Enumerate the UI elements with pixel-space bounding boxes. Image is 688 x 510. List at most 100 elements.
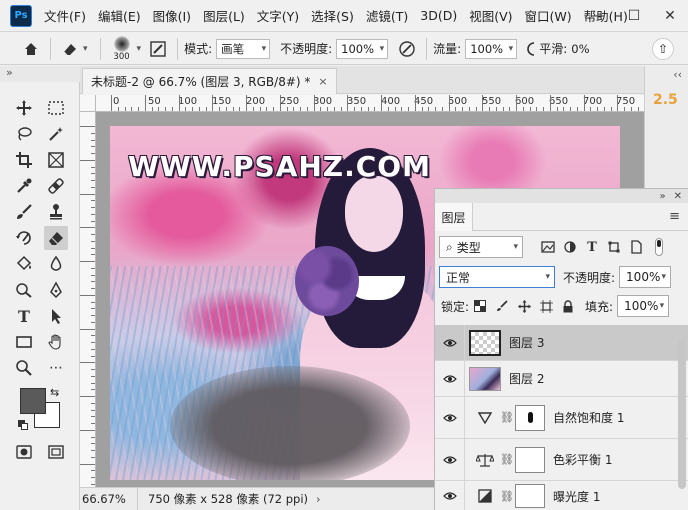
blend-mode-select[interactable]: 正常 ▾ xyxy=(439,266,555,288)
layer-opacity-input[interactable]: 100% ▾ xyxy=(619,266,672,288)
history-brush-tool-icon[interactable] xyxy=(12,226,36,250)
filter-toggle[interactable] xyxy=(655,238,663,256)
link-icon[interactable]: ⛓ xyxy=(499,411,515,424)
status-menu-arrow-icon[interactable]: › xyxy=(316,492,321,506)
type-layer-filter-icon[interactable]: T xyxy=(581,236,603,258)
quick-mask-icon[interactable] xyxy=(12,440,36,464)
lasso-tool-icon[interactable] xyxy=(12,122,36,146)
mode-select[interactable]: 画笔 ▾ xyxy=(216,38,271,59)
menu-select[interactable]: 选择(S) xyxy=(305,6,360,25)
close-document-icon[interactable]: × xyxy=(318,75,327,88)
menu-image[interactable]: 图像(I) xyxy=(147,6,197,25)
more-tools-icon[interactable]: ⋯ xyxy=(44,356,68,380)
zoom-level[interactable]: 66.67% xyxy=(80,488,138,510)
layer-mask-thumbnail[interactable] xyxy=(515,446,545,473)
rectangle-tool-icon[interactable] xyxy=(12,330,36,354)
magic-wand-tool-icon[interactable] xyxy=(44,122,68,146)
frame-tool-icon[interactable] xyxy=(44,148,68,172)
visibility-eye-icon[interactable] xyxy=(435,438,465,481)
smart-object-filter-icon[interactable] xyxy=(625,236,647,258)
collapse-chevron-icon[interactable]: » xyxy=(659,191,665,202)
layer-row[interactable]: ⛓ 曝光度 1 xyxy=(435,481,688,510)
visibility-eye-icon[interactable] xyxy=(435,396,465,439)
blur-tool-icon[interactable] xyxy=(44,252,68,276)
layer-row[interactable]: ⛓ 色彩平衡 1 xyxy=(435,438,688,481)
link-icon[interactable]: ⛓ xyxy=(499,490,515,503)
move-tool-icon[interactable] xyxy=(12,96,36,120)
menu-type[interactable]: 文字(Y) xyxy=(251,6,305,25)
flow-input[interactable]: 100% ▾ xyxy=(465,38,518,59)
lock-position-icon[interactable] xyxy=(513,295,535,317)
airbrush-icon[interactable] xyxy=(521,36,539,62)
layer-filter-select[interactable]: ⌕ 类型 ▾ xyxy=(439,236,523,258)
link-icon[interactable]: ⛓ xyxy=(499,453,515,466)
layer-name[interactable]: 曝光度 1 xyxy=(553,488,600,505)
minimize-button[interactable]: — xyxy=(580,0,616,32)
healing-brush-tool-icon[interactable] xyxy=(44,174,68,198)
brush-settings-panel-icon[interactable] xyxy=(145,36,171,62)
brush-tool-icon[interactable] xyxy=(12,200,36,224)
layer-mask-thumbnail[interactable] xyxy=(515,404,545,431)
home-icon[interactable] xyxy=(18,36,44,62)
horizontal-ruler[interactable]: 0 50 100 150 200 250 300 350 400 450 500… xyxy=(96,95,644,112)
menu-edit[interactable]: 编辑(E) xyxy=(92,6,147,25)
menu-layer[interactable]: 图层(L) xyxy=(197,6,251,25)
maximize-button[interactable]: ☐ xyxy=(616,0,652,32)
eraser-tool-preset-icon[interactable] xyxy=(57,36,83,62)
menu-filter[interactable]: 滤镜(T) xyxy=(360,6,414,25)
layer-mask-thumbnail[interactable] xyxy=(515,484,545,508)
lock-all-icon[interactable] xyxy=(557,295,579,317)
document-tab[interactable]: 未标题-2 @ 66.7% (图层 3, RGB/8#) * × xyxy=(82,68,337,94)
layer-name[interactable]: 图层 2 xyxy=(509,370,544,387)
lock-image-pixels-icon[interactable] xyxy=(491,295,513,317)
menu-3d[interactable]: 3D(D) xyxy=(414,8,463,23)
menu-window[interactable]: 窗口(W) xyxy=(519,6,578,25)
visibility-eye-icon[interactable] xyxy=(435,481,465,510)
lock-artboard-icon[interactable] xyxy=(535,295,557,317)
tab-layers[interactable]: 图层 xyxy=(435,203,473,231)
chevron-down-icon[interactable]: ▾ xyxy=(83,44,88,54)
layer-row[interactable]: 图层 3 xyxy=(435,324,688,361)
path-selection-tool-icon[interactable] xyxy=(44,304,68,328)
shape-layer-filter-icon[interactable] xyxy=(603,236,625,258)
paint-bucket-tool-icon[interactable] xyxy=(12,252,36,276)
eraser-tool-icon[interactable] xyxy=(44,226,68,250)
hand-tool-icon[interactable] xyxy=(44,330,68,354)
clone-stamp-tool-icon[interactable] xyxy=(44,200,68,224)
share-icon[interactable]: ⇧ xyxy=(652,38,674,60)
layer-row[interactable]: ⛓ 自然饱和度 1 xyxy=(435,396,688,439)
foreground-color-swatch[interactable] xyxy=(20,388,46,414)
marquee-tool-icon[interactable] xyxy=(44,96,68,120)
close-panel-icon[interactable]: ✕ xyxy=(674,191,682,202)
panel-menu-icon[interactable]: ≡ xyxy=(669,209,680,224)
smoothing-value[interactable]: 0% xyxy=(571,42,589,56)
opacity-input[interactable]: 100% ▾ xyxy=(336,38,389,59)
layer-name[interactable]: 自然饱和度 1 xyxy=(553,409,624,426)
visibility-eye-icon[interactable] xyxy=(435,360,465,397)
pixel-layer-filter-icon[interactable] xyxy=(537,236,559,258)
layers-scrollbar[interactable] xyxy=(678,339,686,489)
adjustment-layer-filter-icon[interactable] xyxy=(559,236,581,258)
zoom-tool-icon[interactable] xyxy=(12,356,36,380)
default-colors-icon[interactable] xyxy=(18,420,28,430)
collapse-chevron-icon[interactable]: ‹‹ xyxy=(673,68,682,81)
brush-preset-picker[interactable]: 300 xyxy=(107,35,137,62)
panel-badge[interactable]: 2.5 xyxy=(653,92,678,108)
close-window-button[interactable]: ✕ xyxy=(652,0,688,32)
layer-name[interactable]: 色彩平衡 1 xyxy=(553,451,612,468)
chevron-down-icon[interactable]: ▾ xyxy=(137,44,142,54)
type-tool-icon[interactable]: T xyxy=(12,304,36,328)
layer-row[interactable]: 图层 2 xyxy=(435,360,688,397)
dodge-tool-icon[interactable] xyxy=(12,278,36,302)
screen-mode-icon[interactable] xyxy=(44,440,68,464)
eyedropper-tool-icon[interactable] xyxy=(12,174,36,198)
crop-tool-icon[interactable] xyxy=(12,148,36,172)
layer-name[interactable]: 图层 3 xyxy=(509,334,544,351)
pressure-opacity-icon[interactable] xyxy=(394,36,420,62)
fill-input[interactable]: 100% ▾ xyxy=(617,295,670,317)
vertical-ruler[interactable] xyxy=(80,112,96,487)
ruler-origin[interactable] xyxy=(80,95,96,112)
swap-colors-icon[interactable]: ⇆ xyxy=(50,386,59,399)
collapse-chevron-icon[interactable]: » xyxy=(6,66,13,79)
visibility-eye-icon[interactable] xyxy=(435,324,465,361)
